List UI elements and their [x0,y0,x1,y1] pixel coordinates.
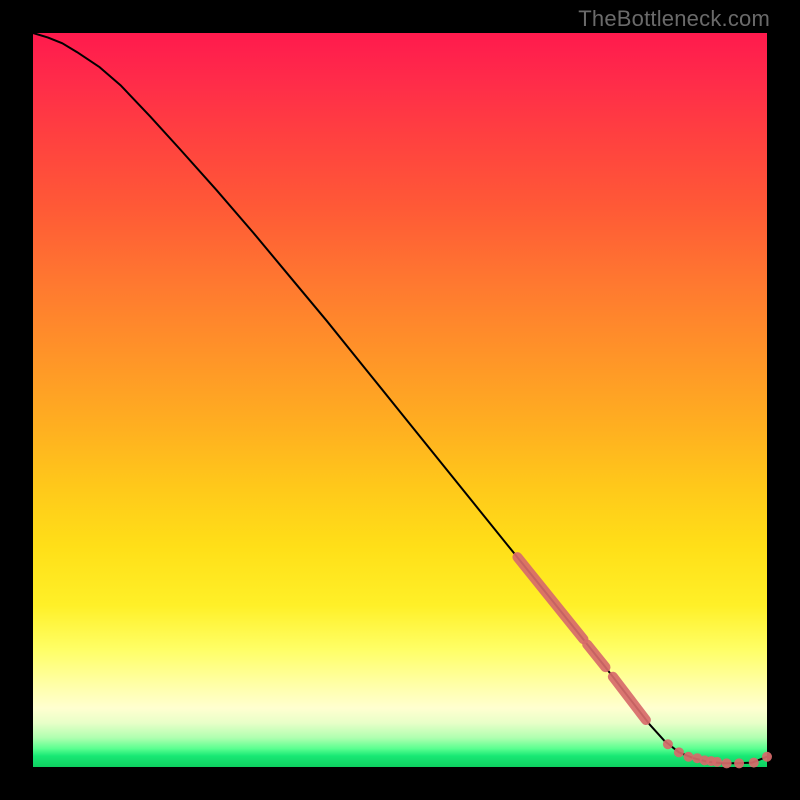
highlight-segments [517,557,645,720]
highlight-dot [683,752,693,762]
watermark-text: TheBottleneck.com [578,6,770,32]
highlight-dot [722,758,732,768]
plot-area [33,33,767,767]
chart-svg [33,33,767,767]
highlight-segment [587,644,605,667]
highlight-segment [517,557,583,639]
highlight-dot [712,757,722,767]
bottom-dots [663,739,772,768]
highlight-dot [749,758,759,768]
bottleneck-curve [33,33,767,763]
highlight-dot [734,758,744,768]
highlight-dot [674,747,684,757]
highlight-dot [663,739,673,749]
highlight-dot [762,752,772,762]
chart-stage: TheBottleneck.com [0,0,800,800]
highlight-segment [613,677,646,720]
